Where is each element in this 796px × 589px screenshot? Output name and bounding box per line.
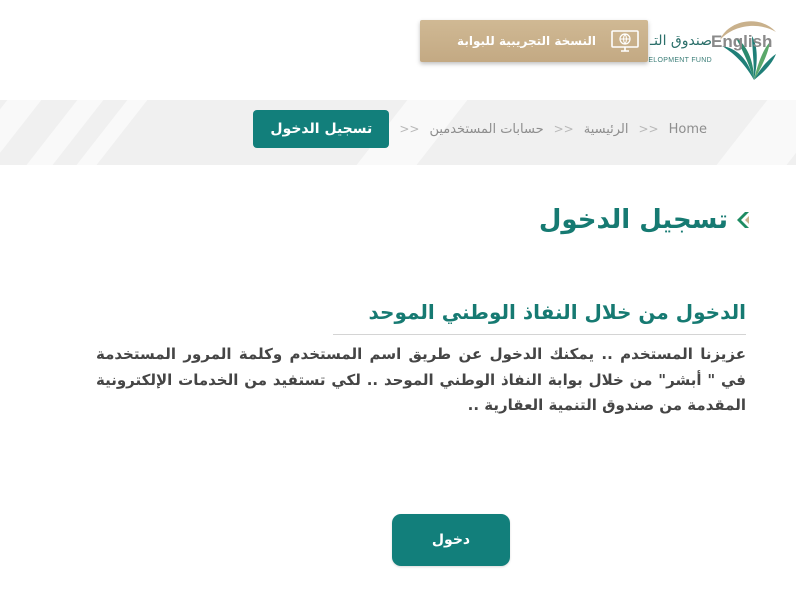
breadcrumb-watermark: [704, 100, 796, 165]
beta-banner-label: النسخة التجريبية للبوابة: [457, 34, 596, 48]
breadcrumb-separator: >>: [399, 122, 420, 136]
breadcrumb: Home >> الرئيسية >> حسابات المستخدمين >>…: [253, 110, 707, 148]
login-description: عزيزنا المستخدم .. يمكنك الدخول عن طريق …: [96, 345, 746, 414]
section-title: الدخول من خلال النفاذ الوطني الموحد: [333, 298, 746, 335]
page-title: تسجيل الدخول: [539, 205, 750, 235]
breadcrumb-current-login[interactable]: تسجيل الدخول: [253, 110, 390, 148]
logo-name-arabic: صندوق التـ: [649, 33, 712, 49]
breadcrumb-separator: >>: [638, 122, 659, 136]
breadcrumb-separator: >>: [553, 122, 574, 136]
breadcrumb-main[interactable]: الرئيسية: [584, 122, 629, 137]
breadcrumb-user-accounts[interactable]: حسابات المستخدمين: [429, 122, 543, 137]
computer-globe-icon: [611, 30, 639, 52]
chevron-left-icon: [737, 212, 749, 228]
login-button[interactable]: دخول: [392, 514, 510, 566]
beta-version-banner: النسخة التجريبية للبوابة: [420, 20, 648, 62]
breadcrumb-home[interactable]: Home: [669, 122, 707, 137]
page-title-text: تسجيل الدخول: [538, 205, 728, 235]
language-switch-link[interactable]: English: [711, 32, 772, 52]
